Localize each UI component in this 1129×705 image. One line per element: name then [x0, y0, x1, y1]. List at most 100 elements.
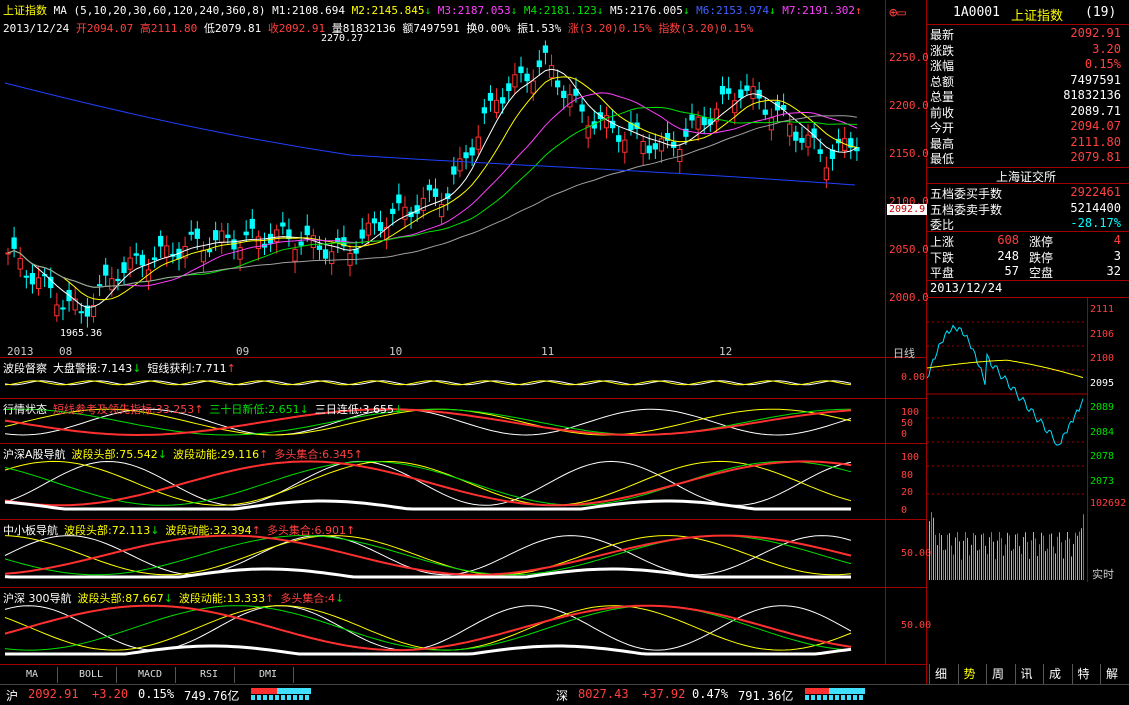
candle — [158, 235, 164, 247]
intraday-volume-bar — [1029, 558, 1030, 580]
turnover-value: 换0.00% — [466, 22, 511, 35]
right-tab[interactable]: 周 — [986, 664, 1009, 684]
close-value: 收2092.91 — [267, 22, 326, 35]
panel-indicator-arrow: ↑ — [265, 592, 275, 605]
ma-line — [7, 76, 857, 301]
intraday-volume-bar — [1021, 553, 1022, 580]
intraday-chart[interactable] — [927, 298, 1087, 582]
stock-suffix: (19) — [1085, 5, 1117, 20]
intraday-volume-bar — [981, 534, 982, 580]
right-tab[interactable]: 势 — [957, 664, 981, 684]
intraday-volume-bar — [1017, 533, 1018, 580]
candle — [35, 277, 42, 290]
panel-title-row: 沪深A股导航 波段头部:75.542↓ 波段动能:29.116↑ 多头集合:6.345… — [3, 446, 363, 462]
index-change-value: 指数(3.20)0.15% — [658, 22, 754, 35]
x-label: 10 — [389, 345, 403, 358]
alarm-icon[interactable]: ⊕▭ — [889, 5, 913, 21]
intraday-volume-bar — [1039, 544, 1040, 580]
tab-dmi[interactable]: DMI — [243, 667, 294, 683]
intraday-volume-bar — [967, 537, 968, 580]
candlestick-chart[interactable] — [0, 40, 885, 340]
main-chart-area[interactable]: 上证指数 MA (5,10,20,30,60,120,240,360,8) M1… — [0, 0, 931, 684]
tab-boll[interactable]: BOLL — [66, 667, 117, 683]
amount-value: 额7497591 — [402, 22, 460, 35]
ma-line — [7, 115, 857, 288]
candle — [616, 135, 622, 142]
right-tab[interactable]: 特 — [1071, 664, 1095, 684]
current-price-tag: 2092.9 — [887, 204, 928, 215]
intraday-volume-bar — [929, 521, 930, 580]
intraday-volume-bar — [945, 549, 946, 580]
panel-sme[interactable]: 中小板导航 波段头部:72.113↓ 波段动能:32.394↑ 多头集合:6.901↑… — [0, 520, 931, 587]
candle — [548, 65, 555, 79]
candle — [671, 141, 677, 148]
candle — [805, 134, 811, 148]
candle — [451, 166, 457, 175]
m6-value: M6:2153.974 — [696, 4, 769, 17]
mini-price-tick: 2073 — [1090, 475, 1115, 487]
candle — [518, 66, 524, 74]
realtime-label[interactable]: 实时 — [1092, 566, 1114, 582]
candle — [206, 249, 213, 253]
panel-title-row: 中小板导航 波段头部:72.113↓ 波段动能:32.394↑ 多头集合:6.901↑ — [3, 522, 355, 538]
intraday-price-line — [927, 324, 1084, 446]
quote-label: 总额 — [930, 74, 955, 89]
panel-indicator-arrow: ↑ — [194, 403, 204, 416]
sh-pct: 0.15% — [138, 687, 175, 701]
candle — [200, 249, 207, 263]
candle — [267, 233, 274, 244]
candle — [481, 107, 487, 114]
m7-value: M7:2191.302 — [782, 4, 856, 17]
panel-sh-sz-a[interactable]: 沪深A股导航 波段头部:75.542↓ 波段动能:29.116↑ 多头集合:6.345… — [0, 444, 919, 519]
panel-tick: 80 — [901, 469, 914, 481]
intraday-volume-bar — [1067, 532, 1068, 580]
panel-indicator-value: 波段头部:72.113 — [64, 524, 151, 537]
candle — [823, 167, 829, 181]
breadth-value: 57 — [1004, 264, 1019, 278]
change-value: 涨(3.20)0.15% — [567, 22, 652, 35]
intraday-volume-bar — [1001, 538, 1002, 580]
panel-tick: 50 — [901, 418, 914, 429]
candle — [298, 241, 304, 246]
panel-wave-watch[interactable]: 波段督察 大盘警报:7.143↓ 短线获利:7.711↑ 0.00 — [0, 358, 925, 398]
open-value: 开2094.07 — [75, 22, 134, 35]
right-tab[interactable]: 细 — [929, 664, 952, 684]
candle — [744, 85, 750, 91]
intraday-volume-bar — [985, 545, 986, 580]
candle — [396, 194, 402, 204]
candle — [432, 188, 439, 197]
candle — [109, 278, 115, 291]
mini-chart-date: 2013/12/24 — [930, 281, 1003, 295]
order-label: 五档委卖手数 — [930, 202, 1003, 217]
candle — [750, 86, 756, 100]
tab-ma[interactable]: MA — [7, 667, 58, 683]
panel-indicator-arrow: ↑ — [251, 524, 261, 537]
quote-row: 今开 2094.07 — [927, 119, 1125, 135]
intraday-volume-bar — [1043, 535, 1044, 580]
quote-value: 2092.91 — [1070, 26, 1121, 40]
intraday-volume-bar — [1009, 535, 1010, 580]
panel-hs300[interactable]: 沪深 300导航 波段头部:87.667↓ 波段动能:13.333↑ 多头集合:4↓ 5… — [0, 588, 931, 664]
intraday-volume-bar — [935, 534, 936, 580]
panel-indicator-value: 多头集合:6.901 — [266, 524, 347, 537]
breadth-value: 248 — [997, 248, 1019, 263]
panel-market-state[interactable]: 行情状态 短线参考及领先指标:33.253↑ 三十日新低:2.651↓ 三日连低:3.… — [0, 399, 919, 443]
period-label[interactable]: 日线 — [893, 345, 915, 361]
right-tab[interactable]: 解 — [1100, 664, 1123, 684]
right-tab[interactable]: 讯 — [1014, 664, 1038, 684]
intraday-volume-bar — [1081, 528, 1082, 580]
breadth-label: 平盘 — [930, 266, 955, 280]
intraday-volume-bar — [1075, 532, 1076, 580]
breadth-value: 32 — [1106, 264, 1121, 278]
index-name: 上证指数 — [3, 4, 47, 17]
candle — [188, 231, 194, 235]
candle — [829, 149, 836, 160]
tab-macd[interactable]: MACD — [125, 667, 176, 683]
right-tab[interactable]: 成 — [1043, 664, 1066, 684]
tab-rsi[interactable]: RSI — [184, 667, 235, 683]
breadth-label: 空盘 — [1029, 266, 1054, 280]
intraday-volume-bar — [973, 532, 974, 580]
breadth-label: 下跌 — [930, 250, 955, 265]
intraday-volume-bar — [1025, 532, 1026, 580]
candle — [127, 257, 133, 270]
